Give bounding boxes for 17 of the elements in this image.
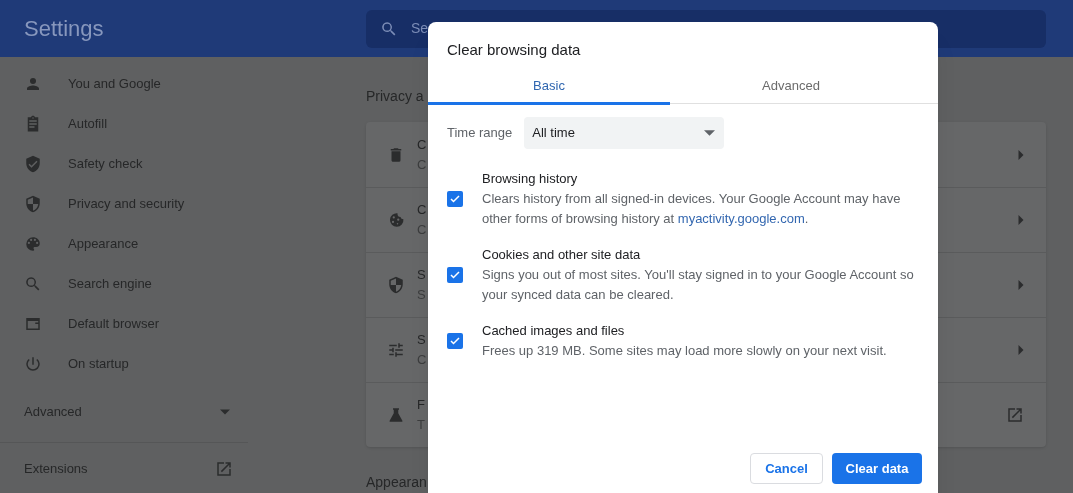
row-title: C — [417, 201, 427, 219]
search-placeholder: Se — [411, 19, 429, 38]
option-title: Browsing history — [482, 169, 578, 188]
row-title: S — [417, 266, 427, 284]
row-title: S — [417, 331, 427, 349]
dialog-title: Clear browsing data — [447, 40, 581, 60]
row-title: F — [417, 396, 426, 414]
option-description: Frees up 319 MB. Some sites may load more slowly on your next visit. — [482, 341, 888, 360]
option-description: Signs you out of most sites. You'll stay signed in to your Google Account so your synced data can be cleared. — [482, 265, 915, 304]
page-title: Settings — [24, 15, 105, 43]
option-title: Cookies and other site data — [482, 245, 641, 264]
option-description: Clears history from all signed-in devices. Your Google Account may have other forms of browsing history at myactivity.google.com. — [482, 189, 902, 228]
section-heading: Appearan — [366, 473, 427, 491]
row-title: C — [417, 135, 427, 154]
option-title: Cached images and files — [482, 321, 625, 340]
field-label: Time range — [447, 123, 513, 142]
section-heading: Privacy a — [366, 87, 424, 105]
